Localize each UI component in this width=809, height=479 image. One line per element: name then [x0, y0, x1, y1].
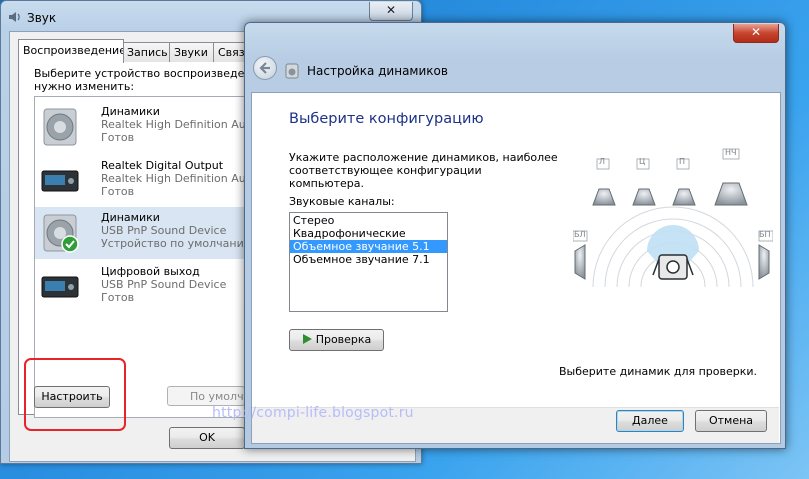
speaker-label-sub: НЧ [725, 148, 737, 157]
window-title: Звук [27, 11, 57, 25]
listener-icon [652, 254, 694, 280]
watermark-url: http://compi-life.blogspot.ru [212, 405, 414, 421]
channels-listbox[interactable]: Стерео Квадрофонические Объемное звучани… [289, 212, 448, 312]
next-button[interactable]: Далее [616, 410, 684, 432]
speaker-icon [43, 108, 77, 146]
list-item[interactable]: Динамики Realtek High Definition Audi Го… [35, 101, 247, 153]
tab-recording[interactable]: Запись [122, 42, 172, 62]
page-title: Выберите конфигурацию [289, 111, 484, 127]
highlight-box [24, 358, 126, 431]
back-button[interactable] [253, 56, 277, 80]
sound-app-icon [9, 12, 20, 22]
speaker-label-rear-left: БЛ [574, 230, 586, 239]
tab-playback[interactable]: Воспроизведение [18, 39, 124, 63]
speaker-default-icon [43, 214, 79, 253]
channel-option[interactable]: Стерео [290, 214, 447, 227]
ok-button[interactable]: OK [169, 427, 245, 449]
back-arrow-icon [259, 62, 270, 74]
speaker-label-right: П [679, 157, 686, 166]
set-default-button[interactable]: По умолч [167, 386, 245, 406]
test-button[interactable]: Проверка [289, 329, 384, 351]
speaker-label-left: Л [599, 157, 606, 166]
cancel-button[interactable]: Отмена [695, 410, 767, 432]
list-item[interactable]: Цифровой выход USB PnP Sound Device Гото… [35, 261, 247, 313]
close-icon: ✕ [750, 25, 762, 39]
channels-label: Звуковые каналы: [289, 195, 395, 208]
channel-option[interactable]: Объемное звучание 7.1 [290, 253, 447, 266]
window-title: Настройка динамиков [307, 64, 448, 78]
speaker-label-center: Ц [639, 157, 646, 166]
channel-option-selected[interactable]: Объемное звучание 5.1 [290, 240, 447, 253]
subwoofer[interactable] [714, 148, 748, 206]
digital-output-icon [41, 170, 79, 192]
close-button[interactable]: ✕ [733, 24, 779, 43]
description-text: Укажите расположение динамиков, наиболее… [289, 151, 558, 190]
speaker-diagram[interactable] [573, 147, 773, 307]
speaker-setup-window: ✕ Настройка динамиков Выберите конфигура… [244, 22, 786, 449]
list-item[interactable]: Динамики USB PnP Sound Device Устройство… [35, 207, 247, 259]
speaker-setup-icon [285, 63, 299, 79]
close-icon: ✕ [385, 3, 397, 17]
digital-output-icon [41, 276, 79, 298]
close-button[interactable]: ✕ [369, 2, 413, 21]
play-icon [302, 334, 312, 344]
list-item[interactable]: Realtek Digital Output Realtek High Defi… [35, 155, 247, 207]
hint-text: Выберите динамик для проверки. [559, 365, 758, 378]
speaker-label-rear-right: БП [759, 230, 771, 239]
tab-sounds[interactable]: Звуки [169, 42, 215, 62]
instruction-text: Выберите устройство воспроизведен нужно … [34, 67, 252, 93]
channel-option[interactable]: Квадрофонические [290, 227, 447, 240]
